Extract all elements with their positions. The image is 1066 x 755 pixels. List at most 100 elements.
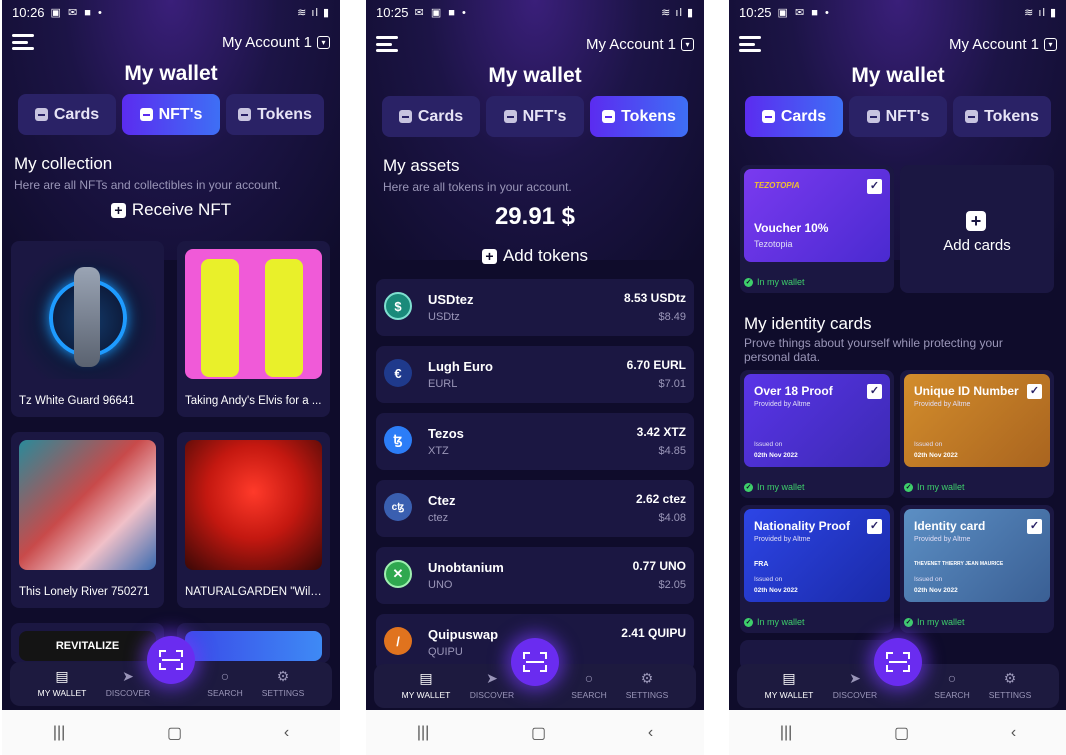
token-amount: 0.77 UNO xyxy=(632,559,686,573)
scan-qr-button[interactable] xyxy=(147,636,195,684)
checkbox-icon[interactable]: ✓ xyxy=(1027,384,1042,399)
tab-nfts[interactable]: NFT's xyxy=(486,96,584,137)
nav-discover[interactable]: ➤ DISCOVER xyxy=(825,670,885,700)
issued-label: Issued on xyxy=(754,576,783,583)
account-selector[interactable]: My Account 1 ▾ xyxy=(949,36,1057,53)
phone-screen-cards: 10:25 ▣ ✉ ■ • ≋ ıl ▮ My Account 1 ▾ My w… xyxy=(729,0,1066,755)
scan-qr-button[interactable] xyxy=(511,638,559,686)
account-selector[interactable]: My Account 1 ▾ xyxy=(586,36,694,53)
menu-icon[interactable] xyxy=(12,34,34,50)
menu-icon[interactable] xyxy=(739,36,761,52)
checkbox-icon[interactable]: ✓ xyxy=(867,519,882,534)
tab-nfts[interactable]: NFT's xyxy=(849,96,947,137)
ctez-icon: cꜩ xyxy=(384,493,412,521)
token-amount: 2.62 ctez xyxy=(635,492,686,506)
recent-apps-icon[interactable]: ||| xyxy=(53,724,65,742)
token-name: Tezos xyxy=(428,426,464,441)
add-cards-button[interactable]: + Add cards xyxy=(900,165,1054,293)
token-amount: 8.53 USDtz xyxy=(623,291,686,305)
nav-search[interactable]: ○ SEARCH xyxy=(195,668,255,698)
tezotopia-logo: TEZOTOPIA xyxy=(754,181,800,190)
nft-image xyxy=(185,631,322,661)
back-icon[interactable]: ‹ xyxy=(1011,724,1016,742)
nav-search[interactable]: ○ SEARCH xyxy=(559,670,619,700)
nft-icon xyxy=(503,110,517,123)
nft-card[interactable]: Tz White Guard 96641 xyxy=(11,241,164,417)
card-value: THEVENET THIERRY JEAN MAURICE xyxy=(914,561,1004,567)
wallet-icon: ▤ xyxy=(55,668,69,684)
identity-card-over-18[interactable]: Over 18 Proof Provided by Altme ✓ Issued… xyxy=(740,370,894,498)
home-icon[interactable]: ▢ xyxy=(894,723,909,743)
tab-tokens[interactable]: Tokens xyxy=(226,94,324,135)
notification-icons: ✉ ▣ ■ • xyxy=(414,6,468,19)
account-selector[interactable]: My Account 1 ▾ xyxy=(222,34,330,51)
tab-cards[interactable]: Cards xyxy=(382,96,480,137)
tab-tokens[interactable]: Tokens xyxy=(590,96,688,137)
scan-qr-button[interactable] xyxy=(874,638,922,686)
nft-card[interactable] xyxy=(177,623,330,663)
quipuswap-icon: / xyxy=(384,627,412,655)
nav-my-wallet[interactable]: ▤ MY WALLET xyxy=(759,670,819,700)
back-icon[interactable]: ‹ xyxy=(648,724,653,742)
token-symbol: QUIPU xyxy=(428,646,463,658)
identity-card-id[interactable]: Identity card Provided by Altme ✓ THEVEN… xyxy=(900,505,1054,633)
tab-tokens[interactable]: Tokens xyxy=(953,96,1051,137)
plus-icon: + xyxy=(481,248,497,264)
plus-icon: + xyxy=(966,211,986,231)
issued-date: 02th Nov 2022 xyxy=(754,587,798,594)
checkbox-icon[interactable]: ✓ xyxy=(867,384,882,399)
recent-apps-icon[interactable]: ||| xyxy=(417,724,429,742)
nav-settings[interactable]: ⚙ SETTINGS xyxy=(980,670,1040,700)
tab-cards[interactable]: Cards xyxy=(18,94,116,135)
scan-icon xyxy=(523,652,547,672)
nav-my-wallet[interactable]: ▤ MY WALLET xyxy=(396,670,456,700)
card-icon xyxy=(34,108,48,121)
token-icon xyxy=(965,110,979,123)
nft-card[interactable]: NATURALGARDEN "Wild... xyxy=(177,432,330,608)
tab-nfts[interactable]: NFT's xyxy=(122,94,220,135)
wallet-tabs: Cards NFT's Tokens xyxy=(382,96,688,137)
tab-cards[interactable]: Cards xyxy=(745,96,843,137)
nav-my-wallet[interactable]: ▤ MY WALLET xyxy=(32,668,92,698)
nav-discover[interactable]: ➤ DISCOVER xyxy=(98,668,158,698)
status-time: 10:25 xyxy=(376,4,409,20)
home-icon[interactable]: ▢ xyxy=(531,723,546,743)
token-row[interactable]: ꜩ Tezos XTZ 3.42 XTZ $4.85 xyxy=(376,413,694,470)
home-icon[interactable]: ▢ xyxy=(167,723,182,743)
add-tokens-button[interactable]: + Add tokens xyxy=(366,246,704,266)
nft-card[interactable]: Taking Andy's Elvis for a ... xyxy=(177,241,330,417)
nft-card[interactable]: REVITALIZE xyxy=(11,623,164,663)
token-amount: 3.42 XTZ xyxy=(636,425,686,439)
menu-icon[interactable] xyxy=(376,36,398,52)
recent-apps-icon[interactable]: ||| xyxy=(780,724,792,742)
token-icon xyxy=(602,110,616,123)
identity-card-nationality[interactable]: Nationality Proof Provided by Altme ✓ FR… xyxy=(740,505,894,633)
card-provider: Provided by Altme xyxy=(754,536,811,543)
usdtez-icon: $ xyxy=(384,292,412,320)
token-row[interactable]: $ USDtez USDtz 8.53 USDtz $8.49 xyxy=(376,279,694,336)
status-time: 10:26 xyxy=(12,4,45,20)
status-badge: ✓ In my wallet xyxy=(744,482,805,492)
token-row[interactable]: € Lugh Euro EURL 6.70 EURL $7.01 xyxy=(376,346,694,403)
token-row[interactable]: cꜩ Ctez ctez 2.62 ctez $4.08 xyxy=(376,480,694,537)
back-icon[interactable]: ‹ xyxy=(284,724,289,742)
nav-discover[interactable]: ➤ DISCOVER xyxy=(462,670,522,700)
system-navigation: ||| ▢ ‹ xyxy=(729,710,1066,755)
section-title: My identity cards xyxy=(744,314,872,333)
check-circle-icon: ✓ xyxy=(904,617,913,627)
checkbox-icon[interactable]: ✓ xyxy=(867,179,882,194)
receive-nft-button[interactable]: + Receive NFT xyxy=(2,200,340,220)
chevron-down-icon: ▾ xyxy=(1044,37,1057,51)
status-badge: ✓ In my wallet xyxy=(744,617,805,627)
checkbox-icon[interactable]: ✓ xyxy=(1027,519,1042,534)
nav-settings[interactable]: ⚙ SETTINGS xyxy=(253,668,313,698)
token-row[interactable]: ✕ Unobtanium UNO 0.77 UNO $2.05 xyxy=(376,547,694,604)
nav-search[interactable]: ○ SEARCH xyxy=(922,670,982,700)
identity-card-unique-id[interactable]: Unique ID Number Provided by Altme ✓ Iss… xyxy=(900,370,1054,498)
search-icon: ○ xyxy=(584,670,594,686)
voucher-card[interactable]: TEZOTOPIA ✓ Voucher 10% Tezotopia ✓ In my… xyxy=(740,165,894,293)
nft-card[interactable]: This Lonely River 750271 xyxy=(11,432,164,608)
nav-settings[interactable]: ⚙ SETTINGS xyxy=(617,670,677,700)
token-name: Unobtanium xyxy=(428,560,504,575)
chevron-down-icon: ▾ xyxy=(317,35,330,49)
